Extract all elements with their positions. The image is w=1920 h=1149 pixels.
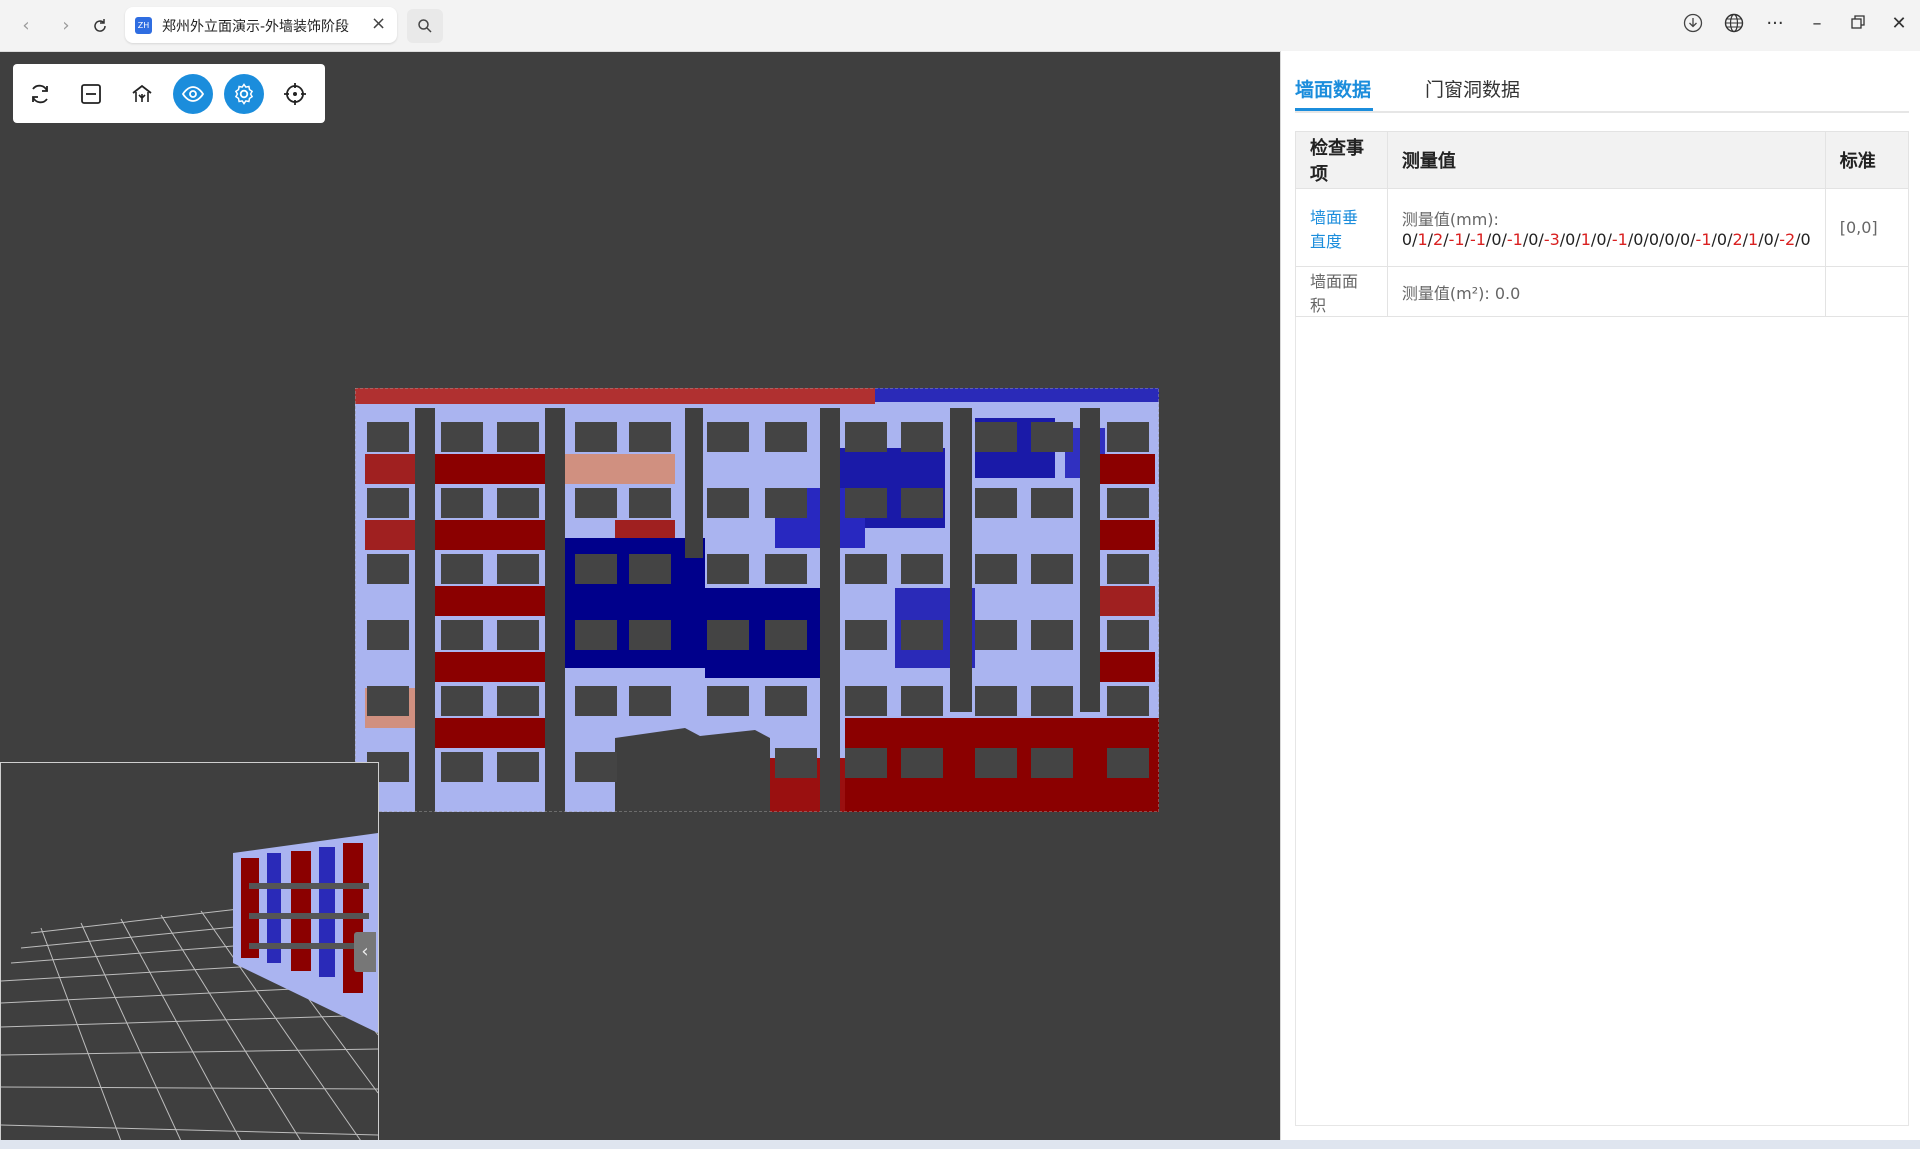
data-panel: 墙面数据 门窗洞数据 检查事项 测量值 标准 墙面垂直度 测量值(mm): 0/… bbox=[1280, 51, 1920, 1141]
eye-icon bbox=[182, 86, 204, 102]
tab-wall-data[interactable]: 墙面数据 bbox=[1295, 75, 1371, 102]
favicon-icon: ZH bbox=[135, 17, 152, 34]
standard-cell bbox=[1824, 266, 1910, 317]
header-value: 测量值 bbox=[1386, 131, 1826, 189]
tab-door-window-data[interactable]: 门窗洞数据 bbox=[1425, 75, 1520, 102]
measurement-value: -1 bbox=[1448, 230, 1465, 249]
measurement-value: -3 bbox=[1543, 230, 1560, 249]
item-wall-verticality[interactable]: 墙面垂直度 bbox=[1295, 188, 1388, 267]
measurement-value: 0 bbox=[1716, 230, 1728, 249]
measurement-label: 测量值(mm): bbox=[1401, 210, 1499, 229]
minus-square-icon bbox=[81, 84, 101, 104]
measurement-value: 1 bbox=[1580, 230, 1591, 249]
close-window-icon[interactable]: ✕ bbox=[1884, 13, 1914, 34]
refresh-button[interactable] bbox=[20, 74, 60, 114]
measurement-value: -2 bbox=[1779, 230, 1796, 249]
minimap-3d-view[interactable] bbox=[0, 762, 379, 1142]
measurement-value: 1 bbox=[1417, 230, 1428, 249]
item-wall-area: 墙面面积 bbox=[1295, 266, 1388, 317]
table-row: 墙面面积 测量值(m²): 0.0 bbox=[1295, 266, 1910, 317]
settings-button[interactable] bbox=[224, 74, 264, 114]
bottom-scrollbar bbox=[0, 1140, 1920, 1149]
tab-divider bbox=[1295, 111, 1909, 113]
more-icon[interactable]: ··· bbox=[1760, 13, 1790, 34]
measurement-value: 2 bbox=[1732, 230, 1743, 249]
active-tab-indicator bbox=[1295, 108, 1373, 111]
standard-cell: [0,0] bbox=[1824, 188, 1910, 267]
browser-tab[interactable]: ZH 郑州外立面演示-外墙装饰阶段 × bbox=[125, 7, 397, 43]
home-view-button[interactable] bbox=[122, 74, 162, 114]
wall-deviation-heatmap[interactable] bbox=[355, 388, 1159, 812]
measurement-value: 0 bbox=[1800, 230, 1811, 249]
browser-toolbar: ‹ › ZH 郑州外立面演示-外墙装饰阶段 × ··· – ✕ bbox=[0, 0, 1920, 52]
measurement-value: -1 bbox=[1611, 230, 1628, 249]
measurement-value: 0 bbox=[1528, 230, 1539, 249]
measurement-cell: 测量值(m²): 0.0 bbox=[1386, 266, 1826, 317]
chevron-left-icon[interactable]: ‹ bbox=[354, 932, 376, 972]
back-icon[interactable]: ‹ bbox=[12, 12, 40, 40]
download-icon[interactable] bbox=[1678, 13, 1708, 38]
gear-icon bbox=[234, 83, 254, 105]
measurement-value: 0 bbox=[1679, 230, 1691, 249]
measurement-values: 0/1/2/-1/-1/0/-1/0/-3/0/1/0/-1/0/0/0/0/-… bbox=[1402, 230, 1811, 249]
measurement-value: 0 bbox=[1648, 230, 1659, 249]
header-item: 检查事项 bbox=[1295, 131, 1388, 189]
minimize-icon[interactable]: – bbox=[1802, 13, 1832, 34]
header-standard: 标准 bbox=[1824, 131, 1910, 189]
refresh-icon bbox=[32, 84, 48, 104]
measurement-value: 0 bbox=[1763, 230, 1774, 249]
measurement-label: 测量值(m²): bbox=[1401, 283, 1495, 303]
measurement-value: 2 bbox=[1433, 230, 1444, 249]
close-icon[interactable]: × bbox=[371, 13, 386, 34]
restore-icon[interactable] bbox=[1843, 13, 1873, 34]
measurement-value: -1 bbox=[1469, 230, 1486, 249]
measurement-value: 0.0 bbox=[1494, 283, 1521, 303]
grid-floor bbox=[1, 833, 378, 1141]
table-header-row: 检查事项 测量值 标准 bbox=[1295, 131, 1910, 189]
tab-title: 郑州外立面演示-外墙装饰阶段 bbox=[162, 19, 350, 35]
inspection-table: 检查事项 测量值 标准 墙面垂直度 测量值(mm): 0/1/2/-1/-1/0… bbox=[1295, 131, 1910, 317]
measurement-value: 0 bbox=[1664, 230, 1675, 249]
viewer-toolbar bbox=[13, 64, 325, 123]
measurement-cell: 测量值(mm): 0/1/2/-1/-1/0/-1/0/-3/0/1/0/-1/… bbox=[1386, 188, 1826, 267]
locate-button[interactable] bbox=[275, 74, 315, 114]
measurement-value: 0 bbox=[1491, 230, 1502, 249]
measurement-value: 1 bbox=[1748, 230, 1759, 249]
tab-search-button[interactable] bbox=[407, 9, 443, 43]
crosshair-icon bbox=[284, 83, 306, 105]
search-icon bbox=[418, 19, 432, 33]
measurement-value: 0 bbox=[1596, 230, 1607, 249]
reload-icon[interactable] bbox=[86, 12, 114, 40]
table-row: 墙面垂直度 测量值(mm): 0/1/2/-1/-1/0/-1/0/-3/0/1… bbox=[1295, 188, 1910, 267]
collapse-button[interactable] bbox=[71, 74, 111, 114]
measurement-value: 0 bbox=[1401, 230, 1413, 249]
house-icon bbox=[132, 84, 152, 102]
forward-icon[interactable]: › bbox=[52, 12, 80, 40]
eye-button[interactable] bbox=[173, 74, 213, 114]
measurement-value: 0 bbox=[1633, 230, 1644, 249]
globe-icon[interactable] bbox=[1719, 13, 1749, 38]
measurement-value: -1 bbox=[1695, 230, 1712, 249]
measurement-value: -1 bbox=[1506, 230, 1523, 249]
measurement-value: 0 bbox=[1565, 230, 1576, 249]
